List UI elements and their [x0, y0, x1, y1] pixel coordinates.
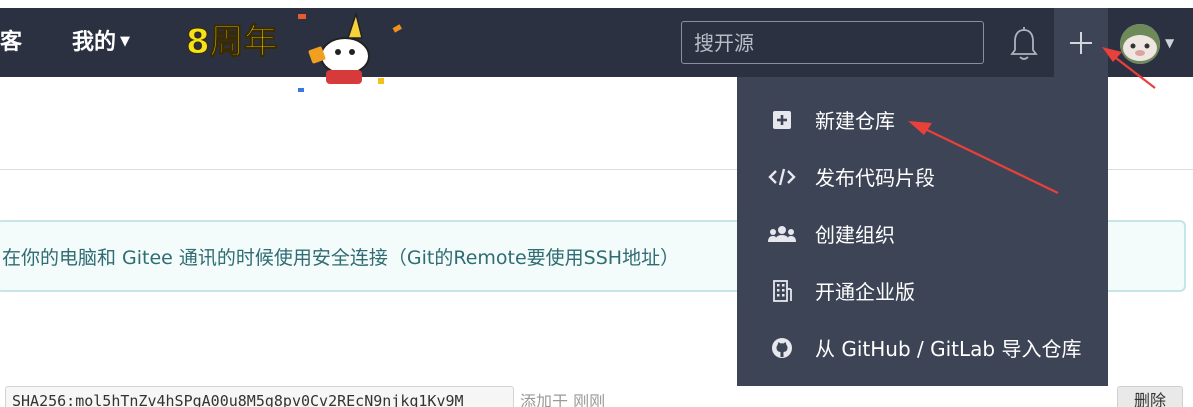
top-navbar: 博客 我的▼ 8周年 — [0, 8, 1193, 92]
confetti-icon — [298, 88, 304, 92]
nav-blog-link[interactable]: 博客 — [0, 8, 22, 77]
nav-mine-menu[interactable]: 我的 ▼ — [72, 8, 130, 77]
github-icon — [767, 336, 797, 360]
menu-item-label: 发布代码片段 — [815, 166, 935, 190]
users-icon — [767, 222, 797, 246]
confetti-icon — [298, 14, 306, 19]
menu-item-label: 新建仓库 — [815, 109, 895, 133]
chevron-down-icon: ▼ — [120, 33, 131, 49]
bell-icon[interactable] — [1008, 26, 1040, 62]
building-icon — [767, 279, 797, 303]
delete-key-button[interactable]: 删除 — [1117, 386, 1183, 407]
chevron-down-icon[interactable]: ▼ — [1165, 36, 1174, 50]
create-dropdown-menu: 新建仓库 发布代码片段 创建组织 开通企业版 从 GitHub / GitLab… — [737, 77, 1108, 386]
code-icon — [767, 165, 797, 189]
search-input[interactable] — [681, 21, 984, 64]
confetti-icon — [392, 24, 402, 33]
menu-item-label: 开通企业版 — [815, 280, 915, 304]
menu-item-publish-snippet[interactable]: 发布代码片段 — [737, 148, 1108, 205]
anniversary-text: 8周年 — [186, 22, 278, 62]
menu-item-import-repo[interactable]: 从 GitHub / GitLab 导入仓库 — [737, 319, 1108, 376]
menu-item-new-repo[interactable]: 新建仓库 — [737, 91, 1108, 148]
confetti-icon — [378, 78, 384, 84]
plus-icon — [1070, 32, 1092, 54]
menu-item-label: 从 GitHub / GitLab 导入仓库 — [815, 337, 1082, 361]
gitee-ssh-key-page: 博客 我的▼ 8周年 — [0, 0, 1193, 407]
create-new-button[interactable] — [1054, 8, 1108, 77]
square-plus-icon — [767, 108, 797, 132]
anniversary-logo[interactable]: 8周年 — [180, 8, 410, 98]
menu-item-enterprise[interactable]: 开通企业版 — [737, 262, 1108, 319]
ssh-key-fingerprint: SHA256:mol5hTnZv4hSPgA00u8M5g8pv0Cv2REcN… — [5, 386, 514, 407]
user-avatar[interactable] — [1120, 24, 1160, 64]
nav-mine-label: 我的 — [72, 30, 117, 55]
avatar-image — [1120, 24, 1160, 64]
menu-item-label: 创建组织 — [815, 223, 895, 247]
menu-item-create-org[interactable]: 创建组织 — [737, 205, 1108, 262]
ssh-key-added-time: 添加于 刚刚 — [520, 392, 606, 407]
unicorn-mascot-icon — [308, 11, 370, 84]
